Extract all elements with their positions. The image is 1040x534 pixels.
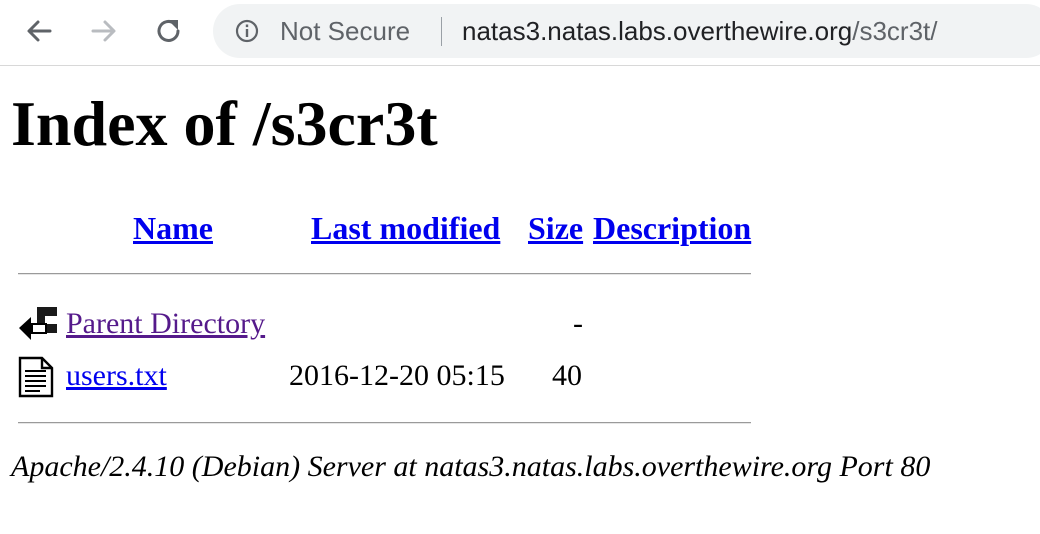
reload-icon: [157, 20, 180, 42]
address-bar[interactable]: Not Secure natas3.natas.labs.overthewire…: [213, 4, 1040, 58]
back-icon: [19, 307, 57, 340]
info-icon[interactable]: [235, 19, 259, 43]
parent-directory-link[interactable]: Parent Directory: [66, 307, 265, 341]
sort-by-name-link[interactable]: Name: [133, 210, 213, 246]
url-text[interactable]: natas3.natas.labs.overthewire.org/s3cr3t…: [462, 16, 937, 47]
page-title: Index of /s3cr3t: [11, 88, 438, 159]
header-divider: [18, 273, 751, 275]
parent-directory-size: -: [573, 307, 583, 340]
arrow-left-icon: [27, 20, 52, 42]
users-txt-link[interactable]: users.txt: [66, 359, 167, 393]
url-path: /s3cr3t/: [852, 16, 938, 46]
back-button[interactable]: [22, 14, 56, 48]
users-txt-last-modified: 2016-12-20 05:15: [289, 359, 505, 392]
footer-divider: [18, 422, 751, 424]
omnibox-divider: [441, 17, 442, 46]
arrow-right-icon: [91, 20, 116, 42]
reload-button[interactable]: [152, 14, 186, 48]
security-label[interactable]: Not Secure: [280, 16, 410, 47]
sort-by-size-link[interactable]: Size: [528, 210, 583, 246]
forward-button[interactable]: [87, 14, 121, 48]
text-file-icon: [18, 356, 54, 398]
server-signature: Apache/2.4.10 (Debian) Server at natas3.…: [11, 450, 931, 483]
users-txt-size: 40: [552, 359, 582, 392]
sort-by-last-modified-link[interactable]: Last modified: [311, 210, 500, 246]
url-host: natas3.natas.labs.overthewire.org: [462, 16, 853, 46]
sort-by-description-link[interactable]: Description: [593, 210, 751, 246]
browser-toolbar: Not Secure natas3.natas.labs.overthewire…: [0, 0, 1040, 66]
